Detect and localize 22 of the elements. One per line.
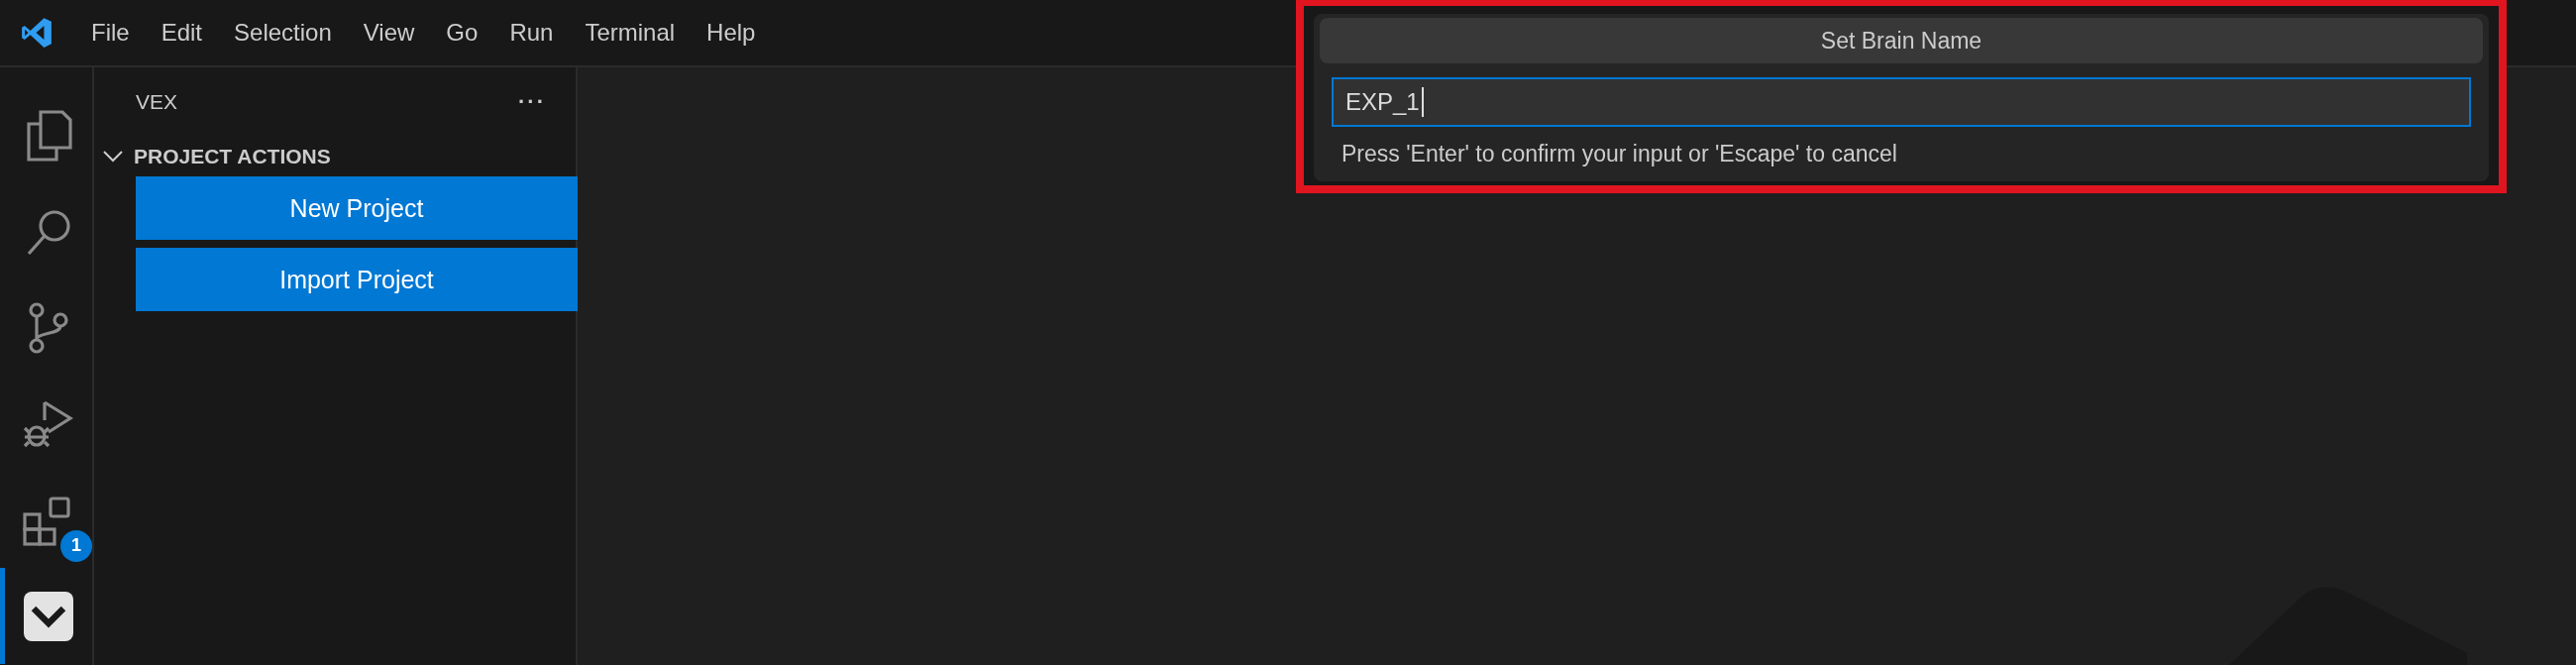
project-action-button[interactable]: Import Project xyxy=(136,248,578,311)
more-actions-button[interactable]: ··· xyxy=(518,89,546,115)
activity-item[interactable]: 1 xyxy=(0,472,92,568)
chevron-icon xyxy=(102,150,124,164)
menu-item[interactable]: Go xyxy=(430,19,494,47)
menu-item[interactable]: Run xyxy=(493,19,570,47)
input-field[interactable]: EXP_1 xyxy=(1332,77,2471,127)
section-header[interactable]: PROJECT ACTIONS xyxy=(102,137,576,176)
menu-item[interactable]: Selection xyxy=(218,19,348,47)
menu-item[interactable]: Help xyxy=(691,19,772,47)
project-action-button[interactable]: New Project xyxy=(136,176,578,240)
input-hint: Press 'Enter' to confirm your input or 'Escape' to cancel xyxy=(1341,140,1898,168)
menu-item[interactable]: View xyxy=(347,19,431,47)
menu-item[interactable]: Edit xyxy=(145,19,219,47)
editor-logo-icon xyxy=(20,16,54,50)
menu-item[interactable]: File xyxy=(75,19,146,47)
menu-item[interactable]: Terminal xyxy=(569,19,692,47)
source-control-icon xyxy=(27,301,70,354)
notification-badge: 1 xyxy=(60,529,92,562)
quick-input-title: Set Brain Name xyxy=(1320,18,2483,63)
sidebar-title: VEX xyxy=(136,90,178,114)
chevron-logo-icon xyxy=(24,591,73,641)
